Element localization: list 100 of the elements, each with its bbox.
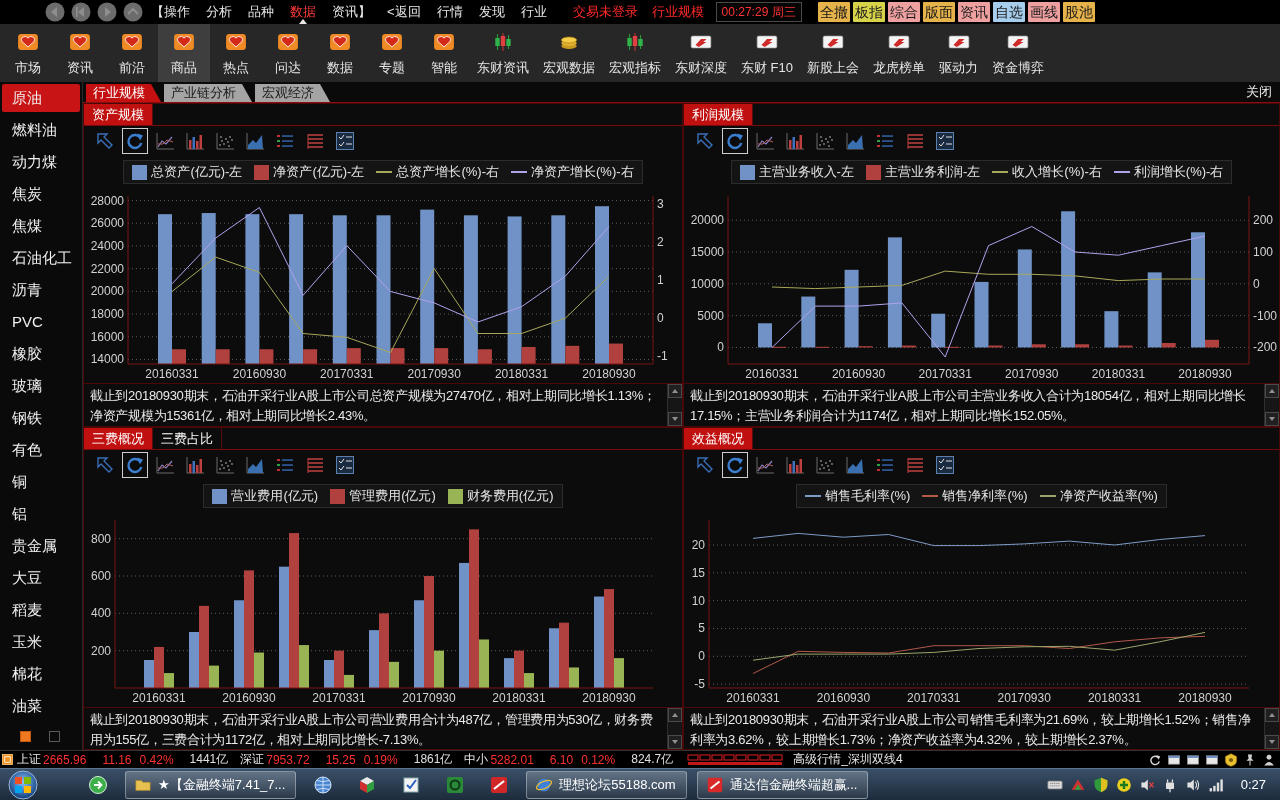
tool-button[interactable] [722,128,748,154]
sidebar-item[interactable]: 贵金属 [2,532,80,560]
toolbar-button[interactable]: 东财深度 [668,24,734,82]
quick-button[interactable]: 股池 [1062,2,1095,22]
scroll-down-icon[interactable] [668,412,682,426]
circle-up-icon[interactable] [123,2,143,22]
panel-tab[interactable]: 效益概况 [684,428,753,449]
sidebar-item[interactable]: 原油 [2,84,80,112]
badge-icon[interactable] [1224,752,1238,767]
scrollbar[interactable] [667,384,682,426]
toolbar-button[interactable]: 新股上会 [800,24,866,82]
quick-button[interactable]: 板指 [852,2,885,22]
toolbar-button[interactable]: 资金博弈 [985,24,1051,82]
menu-item[interactable]: <返回 [379,0,429,24]
panel-tab[interactable]: 三费概况 [84,428,153,449]
scrollbar[interactable] [1264,708,1279,749]
checkbox-icon[interactable] [401,774,422,795]
toolbar-button[interactable]: 前沿 [106,24,158,82]
scroll-up-icon[interactable] [1265,708,1279,722]
menu-item[interactable]: 行业 [512,0,555,24]
sidebar-item[interactable]: 有色 [2,436,80,464]
toolbar-button[interactable]: 智能 [418,24,470,82]
person-icon[interactable] [1262,752,1276,767]
toolbar-button[interactable]: 宏观指标 [602,24,668,82]
close-button[interactable]: 关闭 [1246,83,1280,101]
panel-tab[interactable]: 资产规模 [84,104,153,125]
sidebar-item[interactable]: 焦炭 [2,180,80,208]
sidebar-item[interactable]: 沥青 [2,276,80,304]
plus-icon[interactable] [1115,776,1132,793]
shield-icon[interactable] [1092,776,1109,793]
sidebar-item[interactable]: 棉花 [2,660,80,688]
scrollbar[interactable] [1264,384,1279,426]
taskbar-window-button[interactable]: 理想论坛55188.com [526,770,687,799]
page-indicator[interactable] [49,731,60,742]
toolbar-button[interactable]: 资讯 [54,24,106,82]
window-icon[interactable] [1205,752,1219,767]
toolbar-button[interactable]: 热点 [210,24,262,82]
toolbar-button[interactable]: 龙虎榜单 [866,24,932,82]
sidebar-item[interactable]: 钢铁 [2,404,80,432]
ring-tile-icon[interactable] [445,774,466,795]
taskbar-window-button[interactable]: ★【金融终端7.41_7... [125,770,297,799]
toolbar-button[interactable]: 驱动力 [932,24,985,82]
toolbar-button[interactable]: 数据 [314,24,366,82]
scroll-down-icon[interactable] [668,735,682,749]
tool-button[interactable] [722,452,748,478]
scroll-down-icon[interactable] [1265,412,1279,426]
tab[interactable]: 产业链分析 [164,84,252,102]
quick-button[interactable]: 版面 [922,2,955,22]
quick-button[interactable]: 画线 [1027,2,1060,22]
signal-icon[interactable] [1207,776,1224,793]
sidebar-item[interactable]: 燃料油 [2,116,80,144]
circle-left-icon[interactable] [71,2,91,22]
quick-button[interactable]: 自选 [992,2,1025,22]
menu-item[interactable]: 数据 [282,0,324,24]
quick-button[interactable]: 全撤 [817,2,850,22]
scrollbar[interactable] [667,708,682,749]
sidebar-item[interactable]: PVC [2,308,80,336]
toolbar-button[interactable]: 市场 [2,24,54,82]
toolbar-button[interactable]: 问达 [262,24,314,82]
sidebar-item[interactable]: 橡胶 [2,340,80,368]
scroll-up-icon[interactable] [668,708,682,722]
circle-left-icon[interactable] [45,2,65,22]
scroll-up-icon[interactable] [668,384,682,398]
toolbar-button[interactable]: 东财 F10 [734,24,800,82]
tab[interactable]: 行业规模 [86,84,161,102]
menu-item[interactable]: 行情 [428,0,471,24]
tool-button[interactable] [122,128,148,154]
quick-button[interactable]: 综合 [887,2,920,22]
sidebar-item[interactable]: 铝 [2,500,80,528]
sidebar-item[interactable]: 大豆 [2,564,80,592]
taskbar-window-button[interactable]: 通达信金融终端超赢... [696,770,869,799]
sidebar-item[interactable]: 动力煤 [2,148,80,176]
sidebar-item[interactable]: 油菜 [2,692,80,720]
menu-item[interactable]: 分析 [198,0,240,24]
window-icon[interactable] [1186,752,1200,767]
sidebar-item[interactable]: 焦煤 [2,212,80,240]
menu-item[interactable]: 资讯】 [324,0,379,24]
scroll-up-icon[interactable] [1265,384,1279,398]
toolbar-button[interactable]: 东财资讯 [470,24,536,82]
menu-item[interactable]: 品种 [240,0,282,24]
toolbar-button[interactable]: 宏观数据 [536,24,602,82]
globe-icon[interactable] [313,774,334,795]
toolbar-button[interactable]: 专题 [366,24,418,82]
sidebar-item[interactable]: 玉米 [2,628,80,656]
tool-button[interactable] [122,452,148,478]
window-icon[interactable] [1167,752,1181,767]
toolbar-button[interactable]: 商品 [158,24,210,82]
sidebar-item[interactable]: 稻麦 [2,596,80,624]
panel-tab[interactable]: 三费占比 [153,428,222,449]
menu-item[interactable]: 发现 [470,0,513,24]
tab[interactable]: 宏观经济 [255,84,330,102]
panel-tab[interactable]: 利润规模 [684,104,753,125]
menu-item[interactable]: 【操作 [143,0,198,24]
refresh-icon[interactable] [1148,752,1162,767]
sidebar-item[interactable]: 石油化工 [2,244,80,272]
scroll-down-icon[interactable] [1265,735,1279,749]
sidebar-item[interactable]: 玻璃 [2,372,80,400]
circle-right-icon[interactable] [97,2,117,22]
quick-button[interactable]: 资讯 [957,2,990,22]
tile-icon[interactable] [489,774,510,795]
